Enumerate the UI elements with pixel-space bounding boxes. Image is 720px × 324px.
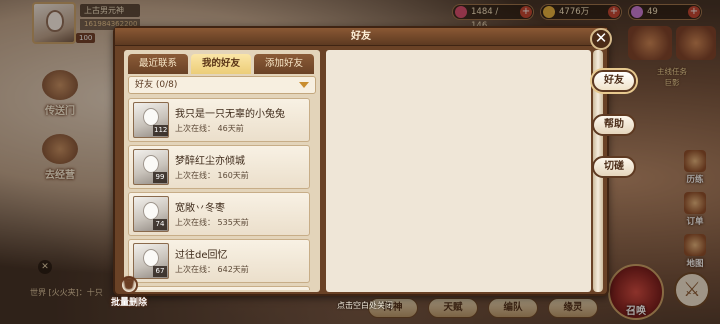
friend-item[interactable]: 99 梦醉红尘亦倾城 上次在线： 160天前 (128, 145, 310, 189)
friend-list[interactable]: 112 我只是一只无辜的小兔兔 上次在线： 46天前 99 梦醉红尘亦倾城 上次… (128, 98, 316, 290)
tab-recent-contacts[interactable]: 最近联系 (128, 54, 188, 74)
friend-detail-area (326, 50, 591, 292)
friend-name: 过往de回忆 (175, 250, 228, 261)
friend-group-value: 好友 (0/8) (135, 80, 178, 90)
tab-my-friends[interactable]: 我的好友 (191, 54, 251, 74)
friend-name: 梦醉红尘亦倾城 (175, 156, 245, 167)
friend-level: 74 (153, 219, 167, 230)
friend-name: 我只是一只无辜的小兔兔 (175, 109, 285, 120)
friend-item[interactable]: 67 过往de回忆 上次在线： 642天前 (128, 239, 310, 283)
friend-last-online: 上次在线： 160天前 (175, 171, 249, 180)
friend-last-online: 上次在线： 535天前 (175, 218, 249, 227)
close-hint: 点击空白处关闭 (337, 301, 393, 310)
chevron-down-icon (299, 82, 309, 88)
batch-delete-button[interactable]: 🗑 批量删除 (108, 276, 150, 308)
panel-title: 好友 (351, 31, 371, 42)
batch-delete-label: 批量删除 (110, 298, 147, 308)
friend-last-online: 上次在线： 642天前 (175, 265, 249, 274)
friend-level: 67 (153, 266, 167, 277)
friend-list-column: 最近联系 我的好友 添加好友 好友 (0/8) 112 我只是一只无辜的小兔兔 … (124, 50, 320, 292)
friend-level: 112 (153, 125, 169, 136)
friend-level: 99 (153, 172, 167, 183)
tab-add-friend[interactable]: 添加好友 (254, 54, 314, 74)
friend-name: 宽敞丷冬枣 (175, 203, 225, 214)
side-tab-friends[interactable]: 好友 (592, 70, 636, 92)
friend-item[interactable]: 74 宽敞丷冬枣 上次在线： 535天前 (128, 192, 310, 236)
side-tab-spar[interactable]: 切磋 (592, 156, 636, 178)
friend-item[interactable] (128, 286, 310, 290)
trash-icon: 🗑 (120, 276, 138, 294)
friends-panel: 好友 最近联系 我的好友 添加好友 好友 (0/8) 112 我只是一只无辜的小… (113, 26, 609, 296)
side-tab-help[interactable]: 帮助 (592, 114, 636, 136)
friend-item[interactable]: 112 我只是一只无辜的小兔兔 上次在线： 46天前 (128, 98, 310, 142)
friend-group-select[interactable]: 好友 (0/8) (128, 76, 316, 94)
friend-last-online: 上次在线： 46天前 (175, 124, 244, 133)
close-panel-button[interactable]: ✕ (590, 28, 612, 50)
